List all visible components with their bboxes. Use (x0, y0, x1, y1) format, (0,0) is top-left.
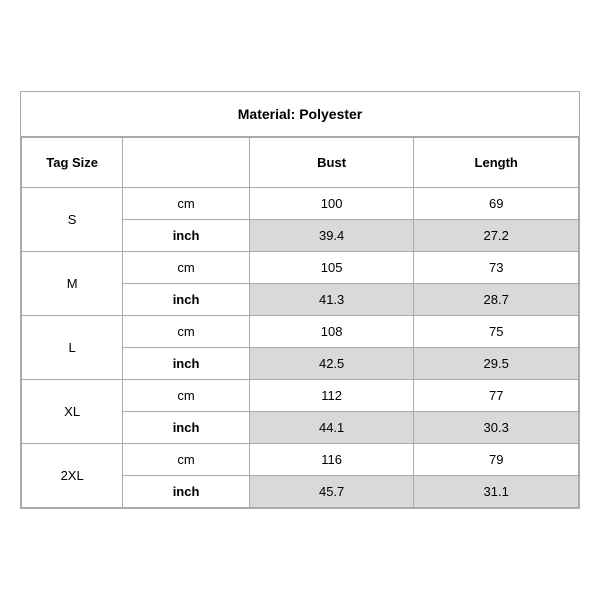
bust-inch: 42.5 (249, 348, 414, 380)
unit-inch: inch (123, 476, 250, 508)
size-chart-container: Material: Polyester Tag Size Bust Length… (20, 91, 580, 509)
size-table: Tag Size Bust Length Scm10069inch39.427.… (21, 137, 579, 508)
bust-inch: 39.4 (249, 220, 414, 252)
unit-cm: cm (123, 188, 250, 220)
table-row: Lcm10875 (22, 316, 579, 348)
unit-inch: inch (123, 412, 250, 444)
bust-cm: 105 (249, 252, 414, 284)
bust-cm: 112 (249, 380, 414, 412)
bust-cm: 100 (249, 188, 414, 220)
header-length: Length (414, 138, 579, 188)
length-inch: 27.2 (414, 220, 579, 252)
bust-inch: 45.7 (249, 476, 414, 508)
length-cm: 77 (414, 380, 579, 412)
table-row: 2XLcm11679 (22, 444, 579, 476)
tag-size-s: S (22, 188, 123, 252)
bust-cm: 108 (249, 316, 414, 348)
tag-size-2xl: 2XL (22, 444, 123, 508)
length-cm: 79 (414, 444, 579, 476)
table-row: Mcm10573 (22, 252, 579, 284)
unit-inch: inch (123, 348, 250, 380)
tag-size-xl: XL (22, 380, 123, 444)
bust-inch: 41.3 (249, 284, 414, 316)
length-inch: 28.7 (414, 284, 579, 316)
length-inch: 31.1 (414, 476, 579, 508)
unit-cm: cm (123, 380, 250, 412)
table-row: XLcm11277 (22, 380, 579, 412)
unit-cm: cm (123, 316, 250, 348)
unit-cm: cm (123, 444, 250, 476)
table-header-row: Tag Size Bust Length (22, 138, 579, 188)
unit-cm: cm (123, 252, 250, 284)
header-tag-size: Tag Size (22, 138, 123, 188)
length-cm: 73 (414, 252, 579, 284)
bust-cm: 116 (249, 444, 414, 476)
bust-inch: 44.1 (249, 412, 414, 444)
tag-size-m: M (22, 252, 123, 316)
length-cm: 75 (414, 316, 579, 348)
length-inch: 29.5 (414, 348, 579, 380)
length-cm: 69 (414, 188, 579, 220)
length-inch: 30.3 (414, 412, 579, 444)
chart-title: Material: Polyester (21, 92, 579, 137)
header-bust: Bust (249, 138, 414, 188)
header-unit-empty (123, 138, 250, 188)
table-row: Scm10069 (22, 188, 579, 220)
unit-inch: inch (123, 220, 250, 252)
unit-inch: inch (123, 284, 250, 316)
tag-size-l: L (22, 316, 123, 380)
